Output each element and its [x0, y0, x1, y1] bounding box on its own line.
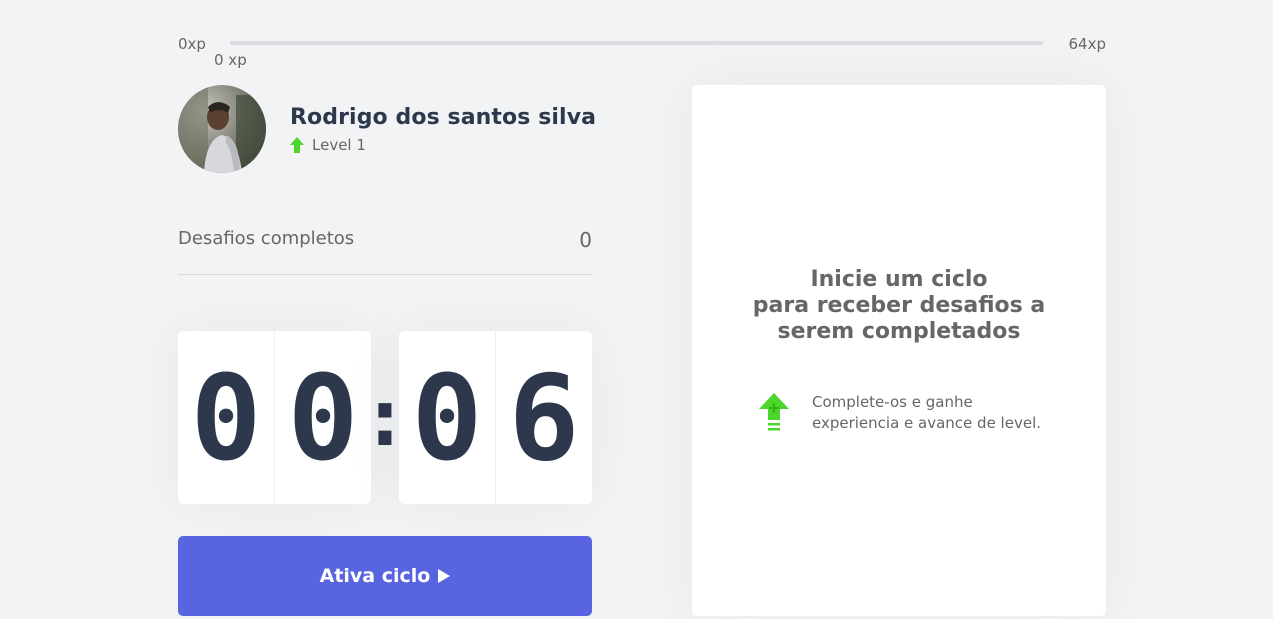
avatar: [178, 85, 266, 173]
completed-challenges-label: Desafios completos: [178, 228, 355, 249]
challenge-box-title: Inicie um ciclo para receber desafios a …: [692, 267, 1106, 345]
xp-track: [230, 41, 1043, 45]
play-icon: [438, 569, 451, 583]
level-label: Level 1: [312, 135, 366, 154]
challenge-hint-text: Complete-os e ganhe experiencia e avance…: [812, 392, 1041, 434]
challenge-box: Inicie um ciclo para receber desafios a …: [692, 85, 1106, 616]
xp-min-label: 0xp: [178, 35, 206, 53]
experience-bar: 0xp 0 xp 64xp: [178, 33, 1106, 73]
minute-digit-left: 0: [178, 331, 275, 504]
xp-current-label: 0 xp: [214, 51, 247, 69]
challenge-hint: Complete-os e ganhe experiencia e avance…: [758, 392, 1041, 434]
start-cycle-button-label: Ativa ciclo: [319, 565, 431, 587]
xp-max-label: 64xp: [1068, 35, 1107, 53]
profile-info: Rodrigo dos santos silva Level 1: [290, 105, 596, 154]
completed-challenges: Desafios completos 0: [178, 228, 592, 275]
start-cycle-button[interactable]: Ativa ciclo: [178, 536, 592, 616]
profile: Rodrigo dos santos silva Level 1: [178, 85, 596, 173]
countdown-seconds: 0 6: [399, 331, 592, 504]
challenge-title-line: Inicie um ciclo: [810, 267, 988, 292]
countdown-minutes: 0 0: [178, 331, 371, 504]
minute-digit-right: 0: [287, 348, 359, 487]
countdown: 0 0 : 0 6: [178, 331, 592, 504]
level-up-icon: [758, 393, 790, 433]
profile-level: Level 1: [290, 136, 596, 154]
countdown-separator: :: [360, 371, 410, 464]
profile-name: Rodrigo dos santos silva: [290, 104, 597, 130]
challenge-title-line: para receber desafios a: [752, 293, 1046, 318]
challenge-title-line: serem completados: [777, 319, 1021, 344]
completed-challenges-count: 0: [579, 228, 592, 252]
second-digit-right: 6: [508, 348, 580, 487]
hint-line: experiencia e avance de level.: [812, 414, 1041, 432]
hint-line: Complete-os e ganhe: [812, 393, 973, 411]
second-digit-left: 0: [399, 331, 496, 504]
level-up-arrow-icon: [290, 136, 304, 153]
